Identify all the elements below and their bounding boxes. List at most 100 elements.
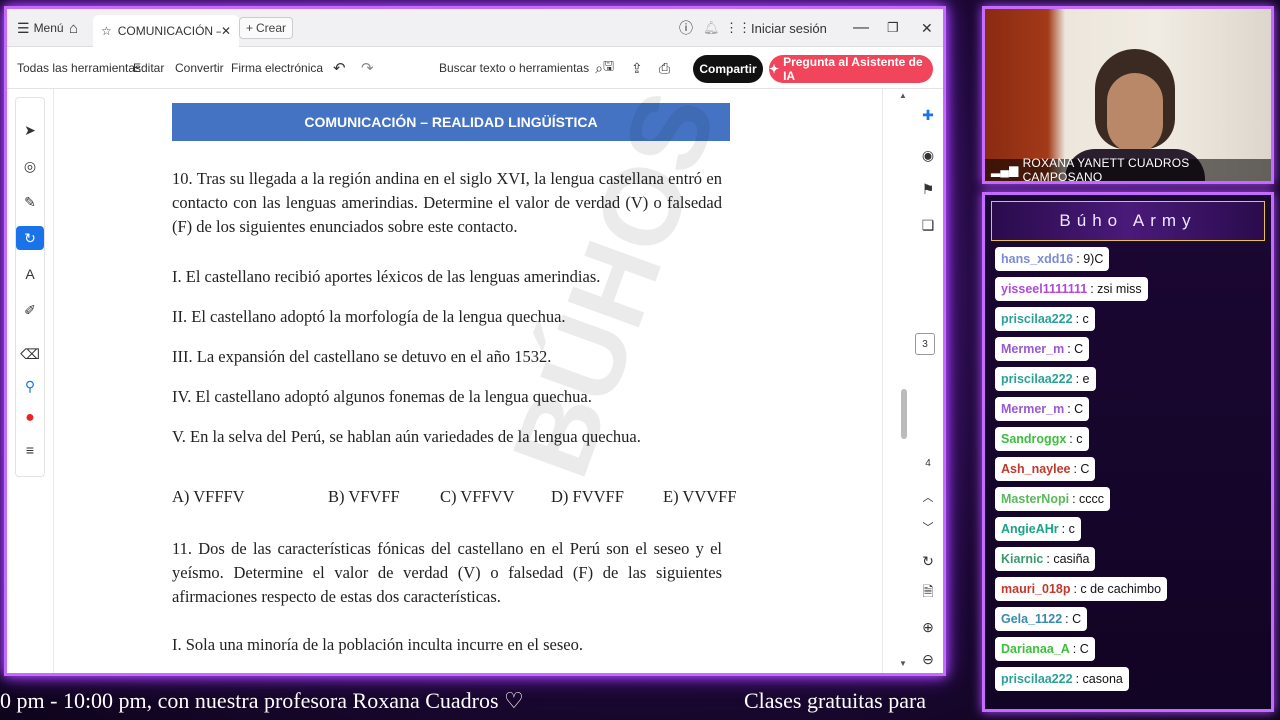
- tab-document[interactable]: ☆ COMUNICACIÓN – ... ✕: [93, 15, 239, 47]
- chat-message: Kiarnic: casiña: [995, 547, 1096, 571]
- menu-button[interactable]: ☰ Menú: [17, 9, 64, 47]
- close-window-icon[interactable]: ✕: [921, 9, 933, 47]
- pin-icon[interactable]: ⚲: [16, 374, 44, 398]
- current-page-number[interactable]: 3: [915, 333, 935, 355]
- annotation-toolbar: ➤ ◎ ✎ ↻ A ✐ ⌫ ⚲ ● ≡: [15, 97, 45, 477]
- zoom-in-icon[interactable]: ⊕: [915, 615, 941, 639]
- scroll-down-icon[interactable]: ▼: [899, 659, 907, 668]
- question-11-item-1: I. Sola una minoría de la población incu…: [172, 635, 583, 654]
- chat-message: Darianaa_A: C: [995, 637, 1095, 661]
- chat-message: Mermer_m: C: [995, 337, 1090, 361]
- maximize-icon[interactable]: ❐: [887, 9, 899, 47]
- more-menu-icon[interactable]: ≡: [16, 438, 44, 462]
- chat-username[interactable]: Darianaa_A: [1001, 642, 1070, 656]
- presenter-face: [1107, 73, 1163, 153]
- search-placeholder: Buscar texto o herramientas: [439, 61, 590, 75]
- chat-username[interactable]: hans_xdd16: [1001, 252, 1073, 266]
- bookmark-icon[interactable]: ⚑: [915, 177, 941, 201]
- chat-title: Búho Army: [991, 201, 1265, 241]
- chat-username[interactable]: priscilaa222: [1001, 372, 1073, 386]
- option-c: C) VFFVV: [440, 487, 515, 506]
- redo-icon[interactable]: ↷: [361, 47, 374, 89]
- option-a: A) VFFFV: [172, 487, 245, 506]
- webcam-panel: ▂▄▆ ROXANA YANETT CUADROS CAMPOSANO: [982, 6, 1274, 184]
- tab-title: COMUNICACIÓN – ...: [117, 24, 221, 38]
- chat-text: : C: [1067, 342, 1084, 356]
- save-icon[interactable]: 🖫: [603, 47, 614, 89]
- new-tab-button[interactable]: + Crear: [239, 17, 294, 39]
- chat-username[interactable]: Ash_naylee: [1001, 462, 1070, 476]
- signin-link[interactable]: Iniciar sesión: [751, 9, 827, 47]
- all-tools-link[interactable]: Todas las herramientas: [17, 47, 141, 89]
- comments-panel-icon[interactable]: ◉: [915, 143, 941, 167]
- chat-username[interactable]: MasterNopi: [1001, 492, 1069, 506]
- close-tab-icon[interactable]: ✕: [221, 24, 231, 38]
- apps-icon[interactable]: ⋮⋮: [725, 9, 751, 47]
- chat-text: : C: [1072, 642, 1089, 656]
- chat-message: Gela_1122: C: [995, 607, 1088, 631]
- chat-text: : C: [1067, 402, 1084, 416]
- minimize-icon[interactable]: —: [853, 9, 869, 47]
- chat-message: AngieAHr: c: [995, 517, 1081, 541]
- hamburger-icon: ☰: [17, 19, 30, 36]
- chat-username[interactable]: Mermer_m: [1001, 402, 1064, 416]
- eraser-icon[interactable]: ⌫: [16, 342, 44, 366]
- chat-text: : C: [1065, 612, 1082, 626]
- save-page-icon[interactable]: 🗎: [915, 581, 941, 605]
- scroll-thumb[interactable]: [901, 389, 907, 439]
- search-box[interactable]: Buscar texto o herramientas ⌕: [439, 47, 603, 89]
- color-dot-icon[interactable]: ●: [16, 406, 44, 430]
- esign-link[interactable]: Firma electrónica: [231, 47, 323, 89]
- lasso-icon[interactable]: ↻: [16, 226, 44, 250]
- undo-icon[interactable]: ↶: [333, 47, 346, 89]
- chat-username[interactable]: yisseel1111111: [1001, 282, 1087, 296]
- chat-text: : 9)C: [1076, 252, 1104, 266]
- chat-message: hans_xdd16: 9)C: [995, 247, 1110, 271]
- page-down-icon[interactable]: ﹀: [915, 515, 941, 539]
- option-e: E) VVVFF: [663, 487, 737, 506]
- chat-username[interactable]: Kiarnic: [1001, 552, 1043, 566]
- comment-icon[interactable]: ◎: [16, 154, 44, 178]
- vertical-scrollbar[interactable]: ▲ ▼: [899, 89, 909, 673]
- share-button[interactable]: Compartir: [693, 55, 763, 83]
- browser-tab-bar: ☰ Menú ⌂ ☆ COMUNICACIÓN – ... ✕ + Crear …: [7, 9, 943, 47]
- ai-panel-icon[interactable]: ✚: [915, 103, 941, 127]
- next-page-number: 4: [925, 457, 931, 469]
- menu-label: Menú: [33, 21, 64, 35]
- chat-username[interactable]: Gela_1122: [1001, 612, 1062, 626]
- signal-icon: ▂▄▆: [991, 163, 1019, 177]
- zoom-out-icon[interactable]: ⊖: [915, 647, 941, 671]
- chat-text: : c: [1075, 312, 1089, 326]
- highlighter-icon[interactable]: ✐: [16, 298, 44, 322]
- home-icon[interactable]: ⌂: [69, 9, 78, 47]
- new-tab-label: Crear: [256, 21, 287, 35]
- chat-username[interactable]: mauri_018p: [1001, 582, 1070, 596]
- chat-username[interactable]: Sandroggx: [1001, 432, 1066, 446]
- convert-link[interactable]: Convertir: [175, 47, 224, 89]
- chat-text: : zsi miss: [1090, 282, 1142, 296]
- chat-username[interactable]: priscilaa222: [1001, 312, 1073, 326]
- help-icon[interactable]: ⓘ: [679, 9, 693, 47]
- pages-icon[interactable]: ❏: [915, 213, 941, 237]
- print-icon[interactable]: ⎙: [659, 47, 670, 89]
- chat-message: mauri_018p: c de cachimbo: [995, 577, 1168, 601]
- text-box-icon[interactable]: A: [16, 262, 44, 286]
- page-up-icon[interactable]: ︿: [915, 485, 941, 509]
- edit-link[interactable]: Editar: [133, 47, 164, 89]
- select-cursor-icon[interactable]: ➤: [16, 118, 44, 142]
- chat-text: : c: [1061, 522, 1075, 536]
- pdf-toolbar: Todas las herramientas Editar Convertir …: [7, 47, 943, 89]
- chat-username[interactable]: Mermer_m: [1001, 342, 1064, 356]
- pdf-viewer-window: ☰ Menú ⌂ ☆ COMUNICACIÓN – ... ✕ + Crear …: [4, 6, 946, 676]
- chat-text: : e: [1075, 372, 1090, 386]
- ai-assistant-button[interactable]: ✦ Pregunta al Asistente de IA: [769, 55, 933, 83]
- bell-icon[interactable]: 🔔︎: [703, 9, 720, 47]
- chat-message: Mermer_m: C: [995, 397, 1090, 421]
- scroll-up-icon[interactable]: ▲: [899, 91, 907, 100]
- chat-username[interactable]: AngieAHr: [1001, 522, 1059, 536]
- refresh-icon[interactable]: ↻: [915, 549, 941, 573]
- presenter-name: ROXANA YANETT CUADROS CAMPOSANO: [1022, 156, 1190, 184]
- pen-icon[interactable]: ✎: [16, 190, 44, 214]
- ai-assistant-label: Pregunta al Asistente de IA: [783, 55, 923, 83]
- statement-2: II. El castellano adoptó la morfología d…: [172, 307, 566, 326]
